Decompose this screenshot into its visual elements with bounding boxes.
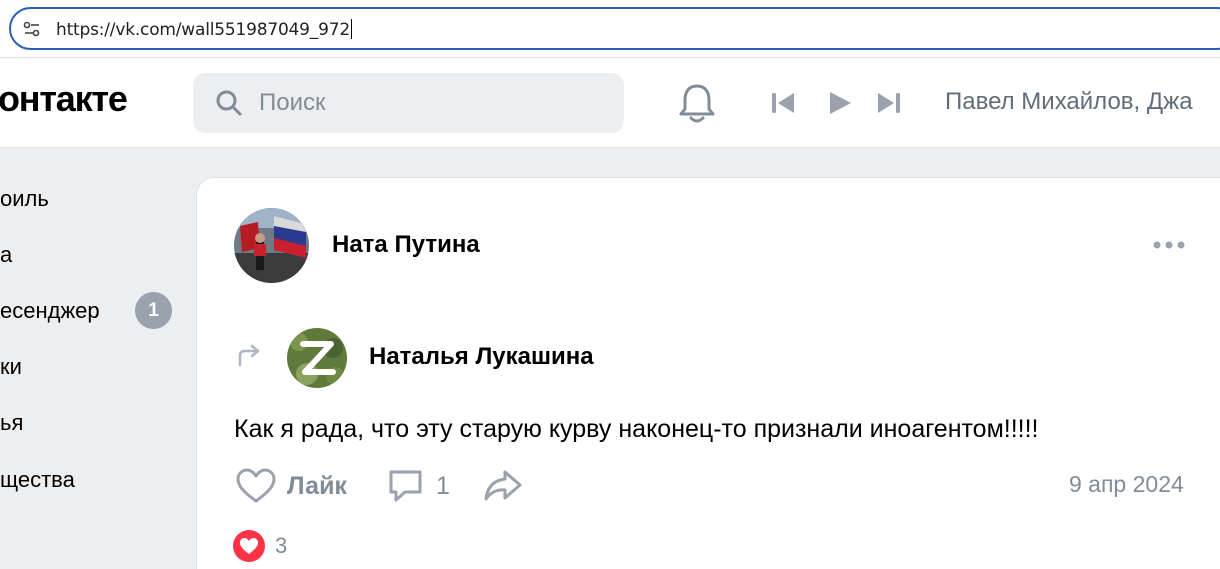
author-avatar[interactable] bbox=[234, 208, 309, 283]
share-icon bbox=[484, 470, 522, 501]
post-date[interactable]: 9 апр 2024 bbox=[1069, 471, 1184, 498]
like-label: Лайк bbox=[287, 471, 347, 500]
like-button[interactable]: Лайк bbox=[236, 466, 347, 506]
sidebar-item-calls[interactable]: ки bbox=[0, 354, 22, 394]
search-icon bbox=[216, 90, 242, 116]
url-text[interactable]: https://vk.com/wall551987049_972 bbox=[56, 19, 352, 40]
play-icon[interactable] bbox=[825, 88, 855, 118]
repost-author-name[interactable]: Наталья Лукашина bbox=[369, 343, 594, 371]
messenger-unread-badge: 1 bbox=[135, 292, 172, 329]
comment-icon bbox=[389, 470, 422, 502]
more-options-icon[interactable] bbox=[1152, 235, 1186, 255]
notifications-bell-icon[interactable] bbox=[677, 82, 717, 126]
heart-icon bbox=[236, 468, 276, 503]
site-header: онтакте Павел Михайлов, Джа bbox=[0, 58, 1220, 148]
heart-reaction-icon[interactable] bbox=[233, 530, 265, 562]
reaction-count[interactable]: 3 bbox=[275, 533, 287, 559]
comment-count: 1 bbox=[436, 471, 450, 500]
previous-track-icon[interactable] bbox=[768, 88, 798, 118]
search-box[interactable] bbox=[193, 73, 624, 133]
sidebar-item-friends[interactable]: ья bbox=[0, 410, 23, 450]
sidebar-item-communities[interactable]: щества bbox=[0, 467, 75, 507]
repost-author-avatar[interactable] bbox=[287, 328, 347, 388]
repost-icon bbox=[238, 344, 260, 367]
browser-toolbar: https://vk.com/wall551987049_972 bbox=[0, 0, 1220, 58]
text-caret bbox=[350, 19, 352, 39]
post-author-name[interactable]: Ната Путина bbox=[332, 231, 480, 259]
share-button[interactable] bbox=[483, 466, 523, 506]
sidebar-item-messenger[interactable]: есенджер bbox=[0, 298, 100, 338]
post-text: Как я рада, что эту старую курву наконец… bbox=[234, 415, 1039, 443]
vk-logo[interactable]: онтакте bbox=[0, 78, 128, 120]
sidebar-item-news[interactable]: а bbox=[0, 242, 12, 282]
next-track-icon[interactable] bbox=[874, 88, 904, 118]
search-input[interactable] bbox=[259, 87, 599, 119]
comment-button[interactable]: 1 bbox=[387, 466, 450, 506]
now-playing-track[interactable]: Павел Михайлов, Джа bbox=[945, 88, 1193, 116]
address-bar[interactable]: https://vk.com/wall551987049_972 bbox=[9, 7, 1220, 50]
sidebar-item-profile[interactable]: оиль bbox=[0, 186, 49, 226]
site-settings-icon[interactable] bbox=[23, 20, 41, 38]
